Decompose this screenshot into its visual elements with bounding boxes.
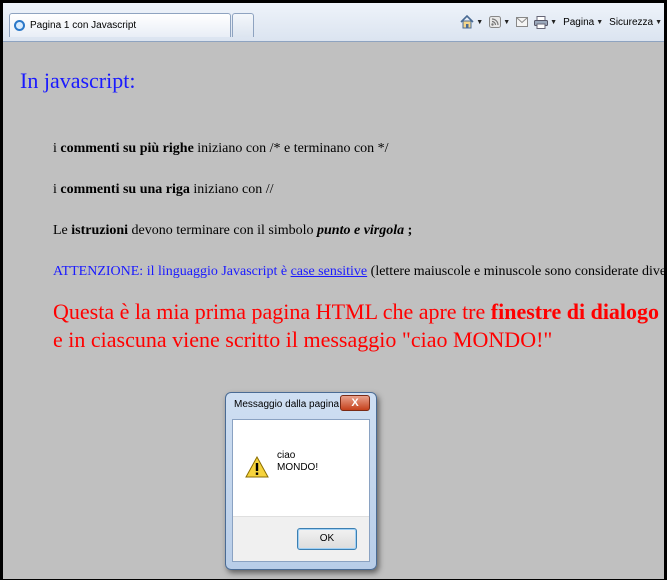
dialog-message: ciao MONDO! bbox=[277, 450, 357, 474]
bold-text: commenti su più righe bbox=[60, 141, 194, 156]
feeds-button[interactable]: ▼ bbox=[489, 16, 510, 28]
print-button[interactable]: ▼ bbox=[534, 15, 557, 29]
chevron-down-icon[interactable]: ▼ bbox=[503, 19, 510, 26]
mail-icon bbox=[516, 17, 529, 27]
rss-feed-icon bbox=[489, 16, 502, 28]
case-sensitive-link[interactable]: case sensitive bbox=[291, 264, 368, 279]
chevron-down-icon[interactable]: ▼ bbox=[476, 19, 483, 26]
bold-text: istruzioni bbox=[71, 223, 129, 238]
mail-button[interactable] bbox=[516, 17, 529, 27]
home-icon bbox=[460, 15, 474, 29]
red-message-line-2: e in ciascuna viene scritto il messaggio… bbox=[53, 327, 553, 352]
paragraph-instructions: Le istruzioni devono terminare con il si… bbox=[53, 223, 412, 239]
bold-text: commenti su una riga bbox=[60, 182, 190, 197]
warning-icon bbox=[245, 456, 269, 478]
text: Questa è la mia prima pagina HTML che ap… bbox=[53, 299, 491, 324]
page-menu[interactable]: Pagina ▼ bbox=[563, 17, 603, 28]
message-line: MONDO! bbox=[277, 462, 319, 473]
paragraph-attention: ATTENZIONE: il linguaggio Javascript è c… bbox=[53, 264, 665, 280]
paragraph-multiline-comments: i commenti su più righe iniziano con /* … bbox=[53, 141, 389, 157]
text: Le bbox=[53, 223, 72, 238]
paragraph-single-line-comments: i commenti su una riga iniziano con // bbox=[53, 182, 273, 198]
chevron-down-icon: ▼ bbox=[655, 18, 662, 26]
bold-italic-text: punto e virgola bbox=[317, 223, 405, 238]
tab-active[interactable]: Pagina 1 con Javascript bbox=[9, 13, 231, 37]
dialog-button-area: OK bbox=[233, 516, 369, 561]
dialog-body: ciao MONDO! OK bbox=[232, 419, 370, 562]
printer-icon bbox=[534, 15, 549, 29]
tab-bar: Pagina 1 con Javascript ▼ ▼ ▼ Pagina ▼ S… bbox=[3, 3, 664, 42]
alert-dialog: Messaggio dalla pagina ... X ciao MONDO!… bbox=[225, 392, 377, 570]
bold-text: ; bbox=[404, 223, 413, 238]
ok-button[interactable]: OK bbox=[297, 528, 357, 550]
security-menu-label: Sicurezza bbox=[609, 16, 654, 28]
text: iniziano con // bbox=[189, 182, 274, 197]
page-heading: In javascript: bbox=[20, 68, 136, 93]
command-bar: ▼ ▼ ▼ Pagina ▼ Sicurezza ▼ bbox=[454, 15, 662, 29]
text: iniziano con /* e terminano con */ bbox=[193, 141, 389, 156]
message-line: ciao bbox=[277, 450, 296, 461]
new-tab-button[interactable] bbox=[232, 13, 254, 37]
bold-text: finestre di dialogo bbox=[490, 299, 660, 324]
tab-title: Pagina 1 con Javascript bbox=[30, 20, 137, 31]
ie-page-icon bbox=[14, 20, 25, 31]
browser-window: Pagina 1 con Javascript ▼ ▼ ▼ Pagina ▼ S… bbox=[2, 2, 665, 580]
page-menu-label: Pagina bbox=[563, 16, 595, 28]
security-menu[interactable]: Sicurezza ▼ bbox=[609, 17, 662, 28]
close-button[interactable]: X bbox=[340, 395, 370, 411]
text: ATTENZIONE: il linguaggio Javascript è bbox=[53, 264, 291, 279]
red-message-line-1: Questa è la mia prima pagina HTML che ap… bbox=[53, 299, 659, 325]
text: devono terminare con il simbolo bbox=[128, 223, 318, 238]
chevron-down-icon: ▼ bbox=[596, 18, 604, 26]
home-button[interactable]: ▼ bbox=[460, 15, 483, 29]
chevron-down-icon[interactable]: ▼ bbox=[550, 19, 557, 26]
text: (lettere maiuscole e minuscole sono cons… bbox=[367, 264, 665, 279]
dialog-title: Messaggio dalla pagina ... bbox=[234, 399, 351, 410]
